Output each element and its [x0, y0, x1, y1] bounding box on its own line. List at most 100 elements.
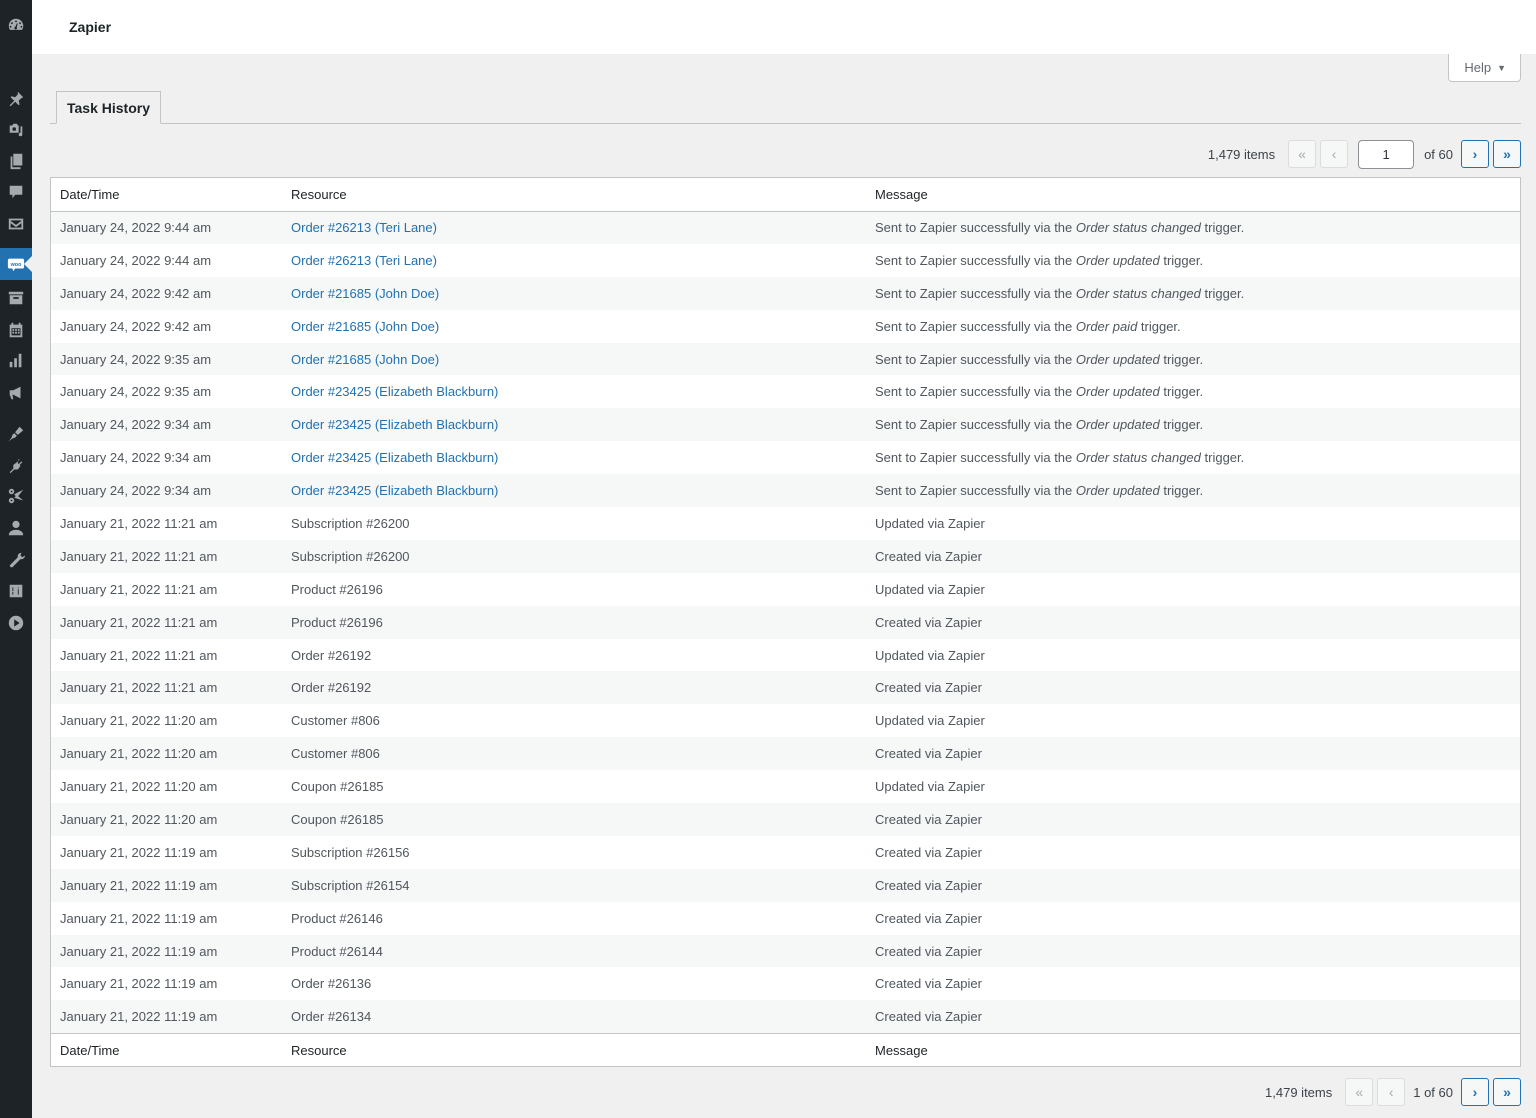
media-icon[interactable]	[0, 116, 32, 144]
cell-resource: Order #23425 (Elizabeth Blackburn)	[282, 375, 866, 408]
cell-datetime: January 24, 2022 9:42 am	[60, 318, 212, 334]
message-suffix: trigger.	[1159, 351, 1204, 367]
next-page-button[interactable]: ›	[1461, 1078, 1489, 1106]
cell-datetime: January 21, 2022 11:20 am	[60, 779, 218, 795]
cell-resource: Order #21685 (John Doe)	[282, 343, 866, 376]
table-row: January 24, 2022 9:34 am Order #23425 (El…	[51, 474, 1520, 508]
column-footer-message: Message	[866, 1032, 1520, 1067]
resource-link[interactable]: Order #23425 (Elizabeth Blackburn)	[291, 450, 498, 465]
resource-link[interactable]: Order #23425 (Elizabeth Blackburn)	[291, 483, 498, 498]
message-suffix: trigger.	[1159, 384, 1204, 400]
woocommerce-icon[interactable]: woo	[0, 248, 32, 280]
cell-message: Sent to Zapier successfully via the Orde…	[866, 277, 1520, 310]
message-text: Created via Zapier	[875, 910, 982, 926]
resource-link[interactable]: Order #21685 (John Doe)	[291, 286, 439, 301]
cell-resource: Coupon #26185	[282, 803, 866, 836]
tools-icon[interactable]	[0, 546, 32, 574]
last-page-button[interactable]: »	[1493, 1078, 1521, 1106]
resource-link[interactable]: Order #23425 (Elizabeth Blackburn)	[291, 417, 498, 432]
table-row: January 24, 2022 9:42 am Order #21685 (Jo…	[51, 276, 1520, 310]
marketing-icon[interactable]	[0, 379, 32, 407]
message-text: Updated via Zapier	[875, 713, 985, 729]
pin-icon[interactable]	[0, 85, 32, 113]
column-header-datetime: Date/Time	[51, 178, 282, 212]
item-count: 1,479 items	[1207, 146, 1276, 162]
mail-icon[interactable]	[0, 210, 32, 238]
trigger-name: Order updated	[1075, 483, 1160, 499]
cell-message: Sent to Zapier successfully via the Orde…	[866, 375, 1520, 408]
message-text: Created via Zapier	[875, 943, 982, 959]
resource-text: Product #26144	[291, 943, 383, 959]
table-row: January 24, 2022 9:44 am Order #26213 (Te…	[51, 211, 1520, 244]
table-row: January 21, 2022 11:21 am Subscription #2…	[51, 539, 1520, 573]
cell-datetime: January 21, 2022 11:19 am	[60, 844, 218, 860]
table-row: January 21, 2022 11:19 am Product #26146 C…	[51, 901, 1520, 935]
plugins-icon[interactable]	[0, 451, 32, 479]
table-row: January 21, 2022 11:21 am Product #26196 U…	[51, 572, 1520, 606]
message-text: Created via Zapier	[875, 548, 982, 564]
cell-resource: Product #26144	[282, 935, 866, 968]
cell-resource: Order #26213 (Teri Lane)	[282, 244, 866, 277]
message-suffix: trigger.	[1159, 417, 1204, 433]
cell-resource: Order #21685 (John Doe)	[282, 277, 866, 310]
settings-icon[interactable]	[0, 577, 32, 605]
dashboard-icon[interactable]	[0, 11, 32, 39]
table-row: January 24, 2022 9:44 am Order #26213 (Te…	[51, 243, 1520, 277]
message-suffix: trigger.	[1159, 252, 1204, 268]
current-page-input[interactable]	[1358, 139, 1415, 169]
resource-text: Product #26146	[291, 910, 383, 926]
message-text: Updated via Zapier	[875, 647, 985, 663]
appearance-icon[interactable]	[0, 420, 32, 448]
resource-link[interactable]: Order #26213 (Teri Lane)	[291, 220, 437, 235]
resource-text: Order #26136	[291, 976, 372, 992]
trigger-name: Order updated	[1075, 384, 1160, 400]
cell-message: Sent to Zapier successfully via the Orde…	[866, 244, 1520, 277]
cell-message: Updated via Zapier	[866, 639, 1520, 672]
calendar-icon[interactable]	[0, 316, 32, 344]
scissors-icon[interactable]	[0, 482, 32, 510]
resource-text: Customer #806	[291, 713, 380, 729]
cell-datetime: January 21, 2022 11:19 am	[60, 943, 218, 959]
table-row: January 21, 2022 11:20 am Coupon #26185 Cr…	[51, 803, 1520, 836]
cell-datetime: January 21, 2022 11:19 am	[60, 877, 218, 893]
last-page-button[interactable]: »	[1493, 140, 1521, 168]
resource-link[interactable]: Order #21685 (John Doe)	[291, 352, 439, 367]
message-text: Created via Zapier	[875, 746, 982, 762]
cell-message: Sent to Zapier successfully via the Orde…	[866, 343, 1520, 376]
cell-resource: Product #26196	[282, 573, 866, 606]
cell-datetime: January 24, 2022 9:34 am	[60, 450, 212, 466]
table-header-row: Date/Time Resource Message	[51, 178, 1520, 212]
item-count: 1,479 items	[1265, 1084, 1333, 1100]
cell-message: Created via Zapier	[866, 540, 1520, 573]
users-icon[interactable]	[0, 514, 32, 542]
message-text: Sent to Zapier successfully via the	[875, 285, 1076, 301]
cell-resource: Order #23425 (Elizabeth Blackburn)	[282, 408, 866, 441]
pagination-bottom: 1,479 items « ‹ 1 of 60 › »	[1265, 1077, 1521, 1107]
cell-resource: Order #26136	[282, 967, 866, 1000]
cell-resource: Subscription #26154	[282, 869, 866, 902]
resource-link[interactable]: Order #26213 (Teri Lane)	[291, 253, 437, 268]
table-row: January 21, 2022 11:20 am Customer #806 Cr…	[51, 737, 1520, 771]
cell-datetime: January 24, 2022 9:44 am	[60, 220, 212, 236]
help-button[interactable]: Help ▼	[1448, 54, 1521, 82]
resource-link[interactable]: Order #23425 (Elizabeth Blackburn)	[291, 384, 498, 399]
message-suffix: trigger.	[1200, 285, 1245, 301]
cell-message: Created via Zapier	[866, 967, 1520, 1000]
tab-task-history[interactable]: Task History	[56, 91, 161, 124]
message-text: Created via Zapier	[875, 877, 982, 893]
archive-icon[interactable]	[0, 284, 32, 312]
nav-tab-wrapper: Task History	[50, 91, 1521, 124]
comments-icon[interactable]	[0, 178, 32, 206]
task-history-table: Date/Time Resource Message January 24, 2…	[50, 177, 1521, 1068]
pages-icon[interactable]	[0, 147, 32, 175]
play-icon[interactable]	[0, 609, 32, 637]
trigger-name: Order status changed	[1075, 220, 1201, 236]
table-footer-row: Date/Time Resource Message	[51, 1032, 1520, 1067]
resource-link[interactable]: Order #21685 (John Doe)	[291, 319, 439, 334]
caret-down-icon: ▼	[1497, 62, 1506, 73]
next-page-button[interactable]: ›	[1461, 140, 1489, 168]
message-text: Created via Zapier	[875, 1009, 982, 1025]
cell-datetime: January 21, 2022 11:19 am	[60, 1009, 218, 1025]
cell-message: Sent to Zapier successfully via the Orde…	[866, 441, 1520, 474]
analytics-icon[interactable]	[0, 347, 32, 375]
